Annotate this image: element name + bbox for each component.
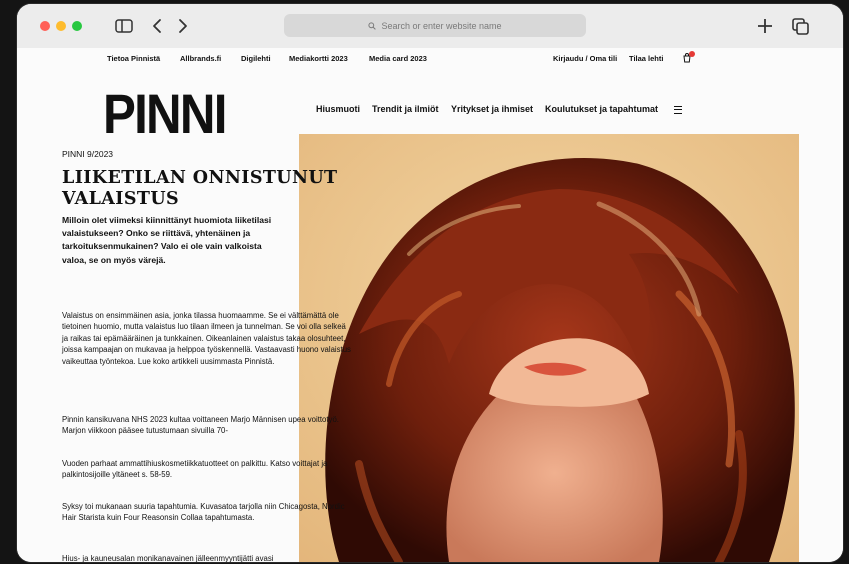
hero-image bbox=[299, 134, 799, 562]
article-paragraph: Hius- ja kauneusalan monikanavainen jäll… bbox=[62, 554, 274, 562]
nav-trendit[interactable]: Trendit ja ilmiöt bbox=[372, 104, 439, 114]
tabs-icon[interactable] bbox=[791, 14, 809, 38]
article-issue: PINNI 9/2023 bbox=[62, 149, 114, 159]
close-window-button[interactable] bbox=[40, 21, 50, 31]
forward-icon[interactable] bbox=[176, 14, 190, 38]
web-page: Tietoa Pinnistä Allbrands.fi Digilehti M… bbox=[17, 48, 843, 562]
site-logo[interactable]: PINNI bbox=[103, 86, 227, 142]
zoom-window-button[interactable] bbox=[72, 21, 82, 31]
search-icon bbox=[368, 21, 377, 30]
nav-link-allbrands[interactable]: Allbrands.fi bbox=[180, 54, 221, 63]
sidebar-icon[interactable] bbox=[114, 14, 134, 38]
article-paragraph: Syksy toi mukanaan suuria tapahtumia. Ku… bbox=[62, 502, 345, 523]
article-paragraph: Valaistus on ensimmäinen asia, jonka til… bbox=[62, 311, 351, 366]
subscribe-link[interactable]: Tilaa lehti bbox=[629, 54, 663, 63]
menu-icon[interactable] bbox=[674, 106, 682, 114]
nav-link-tietoa[interactable]: Tietoa Pinnistä bbox=[107, 54, 160, 63]
cart-badge bbox=[689, 51, 695, 57]
login-link[interactable]: Kirjaudu / Oma tili bbox=[553, 54, 617, 63]
nav-link-mediakortti[interactable]: Mediakortti 2023 bbox=[289, 54, 348, 63]
article-paragraph: Vuoden parhaat ammattihiuskosmetiikkatuo… bbox=[62, 459, 328, 480]
minimize-window-button[interactable] bbox=[56, 21, 66, 31]
article-title: LIIKETILAN ONNISTUNUT VALAISTUS bbox=[62, 168, 338, 209]
nav-link-digilehti[interactable]: Digilehti bbox=[241, 54, 271, 63]
article-lead: Milloin olet viimeksi kiinnittänyt huomi… bbox=[62, 215, 272, 265]
browser-window: Search or enter website name Tietoa Pinn… bbox=[17, 4, 843, 562]
new-tab-icon[interactable] bbox=[756, 14, 774, 38]
browser-toolbar: Search or enter website name bbox=[17, 4, 843, 48]
utility-nav: Tietoa Pinnistä Allbrands.fi Digilehti M… bbox=[17, 48, 843, 68]
article-paragraph: Pinnin kansikuvana NHS 2023 kultaa voitt… bbox=[62, 415, 339, 436]
nav-link-media-card[interactable]: Media card 2023 bbox=[369, 54, 427, 63]
back-icon[interactable] bbox=[150, 14, 164, 38]
nav-hiusmuoti[interactable]: Hiusmuoti bbox=[316, 104, 360, 114]
address-placeholder: Search or enter website name bbox=[381, 20, 502, 31]
nav-koulutukset[interactable]: Koulutukset ja tapahtumat bbox=[545, 104, 658, 114]
nav-yritykset[interactable]: Yritykset ja ihmiset bbox=[451, 104, 533, 114]
address-bar[interactable]: Search or enter website name bbox=[284, 14, 586, 37]
